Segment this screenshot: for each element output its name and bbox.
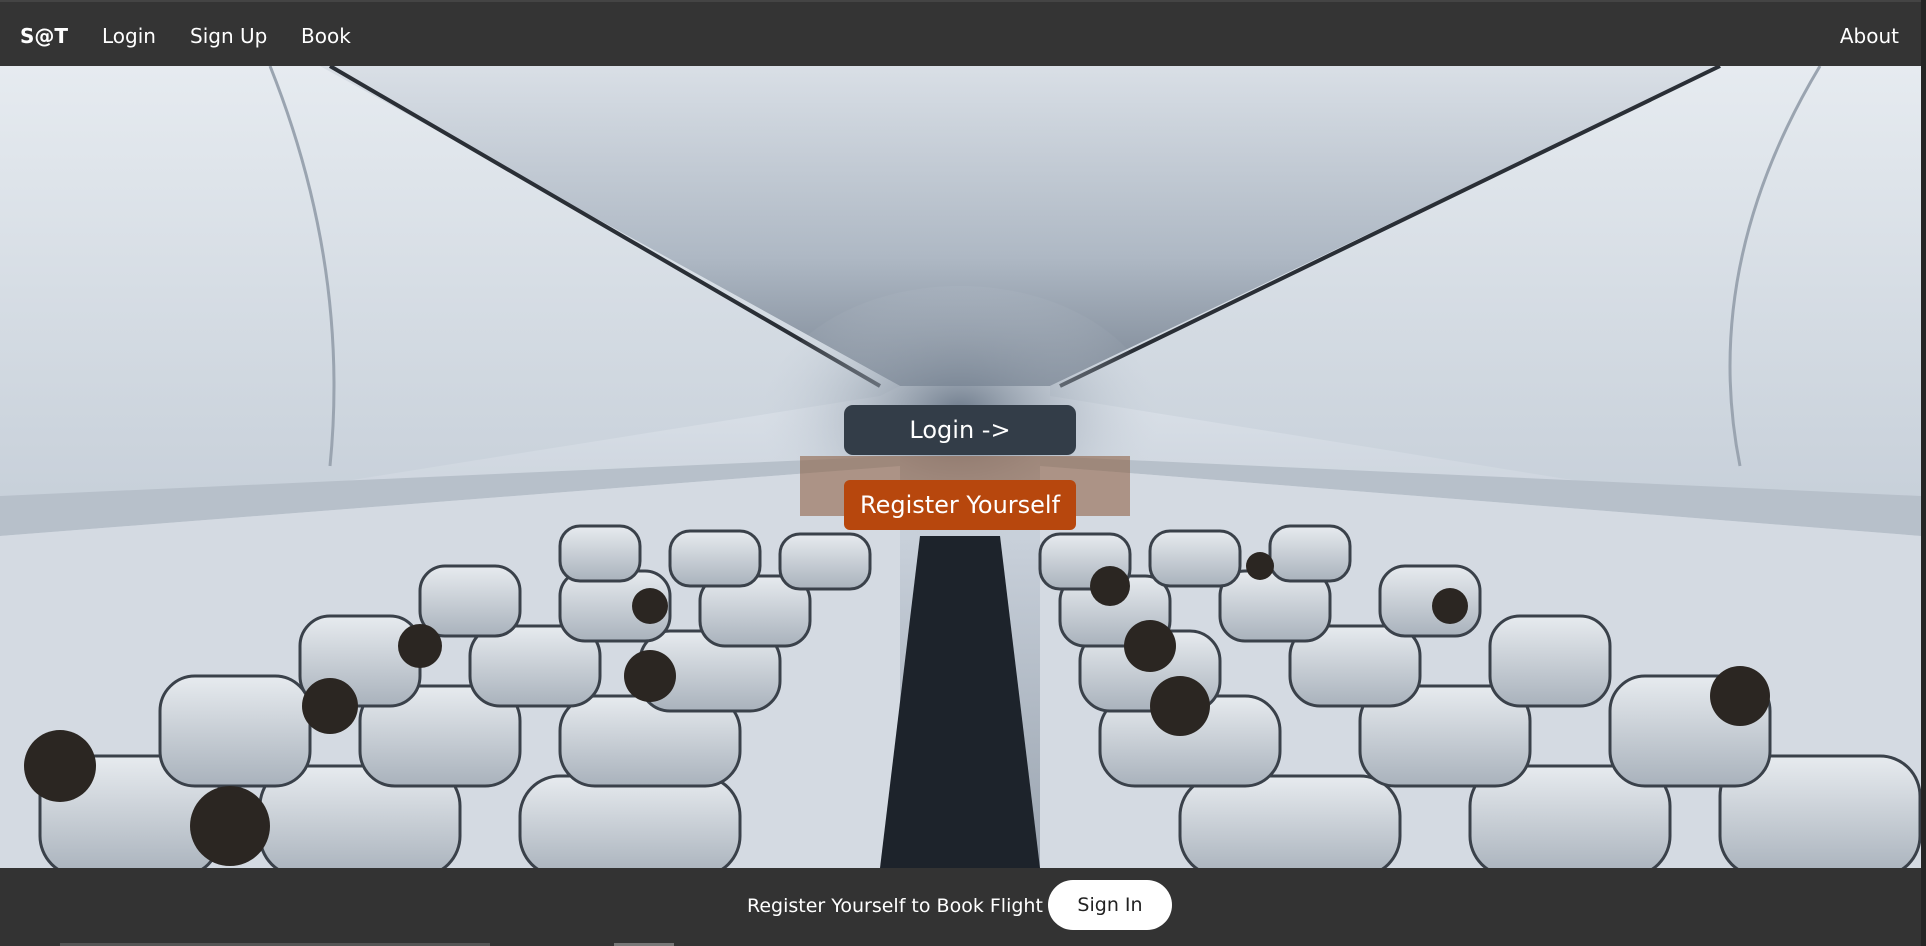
- nav-link-book[interactable]: Book: [301, 24, 351, 48]
- nav-link-signup[interactable]: Sign Up: [190, 24, 267, 48]
- brand-logo[interactable]: S@T: [20, 24, 68, 48]
- window-edge: [1921, 0, 1926, 946]
- app-window: S@T Login Sign Up Book About Login -> Re…: [0, 0, 1926, 946]
- nav-link-about[interactable]: About: [1840, 24, 1899, 48]
- register-button[interactable]: Register Yourself: [844, 480, 1076, 530]
- sign-in-button[interactable]: Sign In: [1048, 880, 1172, 930]
- nav-link-login[interactable]: Login: [102, 24, 156, 48]
- cabin-background-image: [0, 66, 1921, 868]
- login-button[interactable]: Login ->: [844, 405, 1076, 455]
- hero-section: Login -> Register Yourself: [0, 66, 1921, 868]
- top-navbar: S@T Login Sign Up Book About: [0, 0, 1921, 66]
- footer-bar: Register Yourself to Book Flight Sign In: [0, 868, 1921, 946]
- footer-message: Register Yourself to Book Flight: [747, 895, 1043, 917]
